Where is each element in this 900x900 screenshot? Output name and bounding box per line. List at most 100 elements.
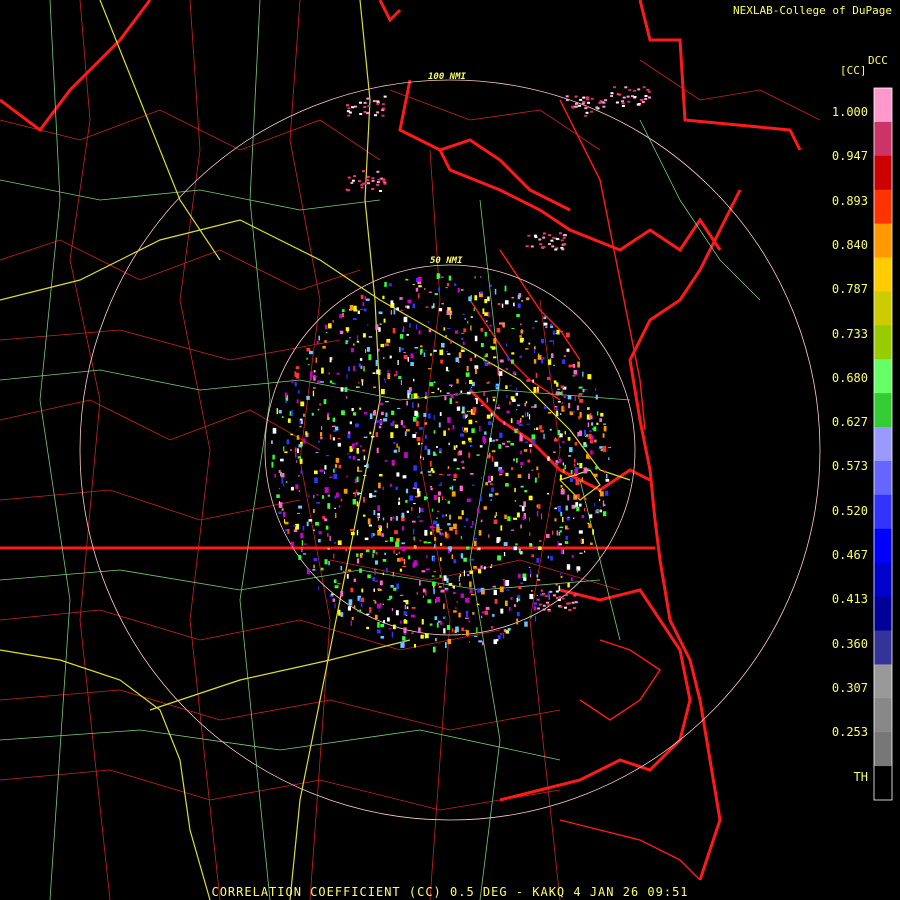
radar-return-pixel (529, 532, 531, 536)
radar-return-pixel (605, 490, 609, 496)
radar-return-pixel (293, 529, 298, 532)
radar-return-pixel (325, 455, 330, 457)
radar-return-pixel (443, 430, 446, 436)
radar-return-pixel (518, 423, 523, 427)
radar-return-pixel (462, 430, 467, 432)
radar-return-pixel (369, 413, 373, 419)
radar-return-pixel (320, 381, 324, 383)
radar-return-pixel (603, 470, 606, 474)
radar-return-pixel (324, 487, 329, 493)
radar-return-pixel (276, 494, 280, 498)
radar-return-pixel (382, 603, 384, 605)
radar-return-pixel (531, 434, 536, 440)
radar-return-pixel (447, 466, 450, 469)
radar-return-pixel (458, 612, 461, 618)
radar-return-pixel (347, 606, 351, 611)
radar-return-pixel (624, 86, 628, 89)
radar-return-pixel (556, 462, 559, 465)
radar-return-pixel (381, 103, 385, 106)
radar-return-pixel (472, 520, 474, 526)
color-scale-swatch (874, 291, 892, 326)
radar-return-pixel (578, 394, 580, 400)
radar-return-pixel (416, 591, 418, 595)
radar-return-pixel (531, 554, 535, 558)
radar-return-pixel (599, 506, 601, 508)
radar-return-pixel (644, 95, 648, 97)
radar-return-pixel (376, 629, 381, 634)
radar-return-pixel (571, 411, 575, 413)
radar-return-pixel (493, 356, 497, 359)
radar-return-pixel (453, 458, 457, 462)
radar-return-pixel (341, 410, 345, 416)
radar-return-pixel (443, 327, 446, 331)
radar-return-pixel (542, 608, 546, 611)
radar-return-pixel (333, 474, 338, 479)
radar-return-pixel (471, 428, 475, 433)
radar-return-pixel (542, 232, 546, 235)
radar-return-pixel (392, 420, 395, 424)
radar-return-pixel (480, 477, 483, 479)
radar-return-pixel (379, 323, 382, 325)
radar-return-pixel (587, 422, 590, 427)
radar-return-pixel (433, 349, 437, 352)
radar-return-pixel (541, 513, 543, 520)
radar-return-pixel (499, 469, 503, 474)
radar-return-pixel (536, 574, 539, 578)
radar-return-pixel (482, 438, 487, 444)
radar-return-pixel (511, 328, 515, 329)
radar-return-pixel (633, 96, 637, 98)
radar-return-pixel (420, 634, 424, 639)
radar-return-pixel (490, 475, 493, 481)
radar-return-pixel (359, 407, 362, 410)
radar-return-pixel (470, 594, 475, 596)
radar-return-pixel (303, 553, 307, 555)
radar-return-pixel (557, 541, 559, 548)
radar-return-pixel (476, 627, 478, 634)
radar-return-pixel (560, 239, 564, 242)
radar-return-pixel (465, 372, 470, 377)
radar-return-pixel (452, 485, 454, 491)
radar-return-pixel (313, 370, 316, 373)
radar-return-pixel (450, 339, 452, 344)
radar-return-pixel (536, 579, 541, 581)
radar-return-pixel (595, 106, 599, 109)
radar-return-pixel (575, 479, 580, 485)
radar-return-pixel (298, 555, 302, 560)
radar-return-pixel (466, 574, 470, 577)
radar-return-pixel (383, 620, 385, 624)
radar-return-pixel (562, 517, 564, 523)
radar-return-pixel (446, 577, 449, 584)
radar-return-pixel (516, 618, 519, 625)
radar-return-pixel (517, 573, 521, 579)
radar-return-pixel (465, 617, 469, 619)
radar-return-pixel (376, 420, 379, 423)
radar-return-pixel (453, 479, 457, 481)
radar-return-pixel (327, 503, 331, 509)
radar-return-pixel (374, 614, 378, 619)
radar-return-pixel (503, 421, 506, 425)
radar-return-pixel (366, 347, 370, 352)
radar-return-pixel (582, 96, 586, 99)
radar-return-pixel (516, 314, 520, 318)
radar-return-pixel (516, 512, 520, 518)
radar-return-pixel (559, 232, 562, 235)
radar-return-pixel (497, 555, 502, 561)
radar-return-pixel (493, 338, 497, 344)
radar-return-pixel (509, 401, 511, 405)
radar-return-pixel (453, 559, 457, 564)
radar-return-pixel (603, 423, 606, 425)
radar-return-pixel (391, 631, 394, 638)
radar-return-pixel (518, 585, 522, 589)
radar-return-pixel (446, 282, 449, 287)
radar-return-pixel (313, 529, 315, 532)
radar-return-pixel (506, 394, 508, 398)
radar-return-pixel (530, 245, 534, 248)
radar-return-pixel (576, 405, 579, 411)
radar-return-pixel (549, 358, 551, 361)
radar-return-pixel (560, 489, 565, 495)
radar-return-pixel (593, 473, 598, 477)
radar-return-pixel (353, 605, 356, 610)
radar-return-pixel (462, 313, 465, 315)
radar-return-pixel (491, 346, 496, 350)
radar-return-pixel (477, 588, 481, 593)
